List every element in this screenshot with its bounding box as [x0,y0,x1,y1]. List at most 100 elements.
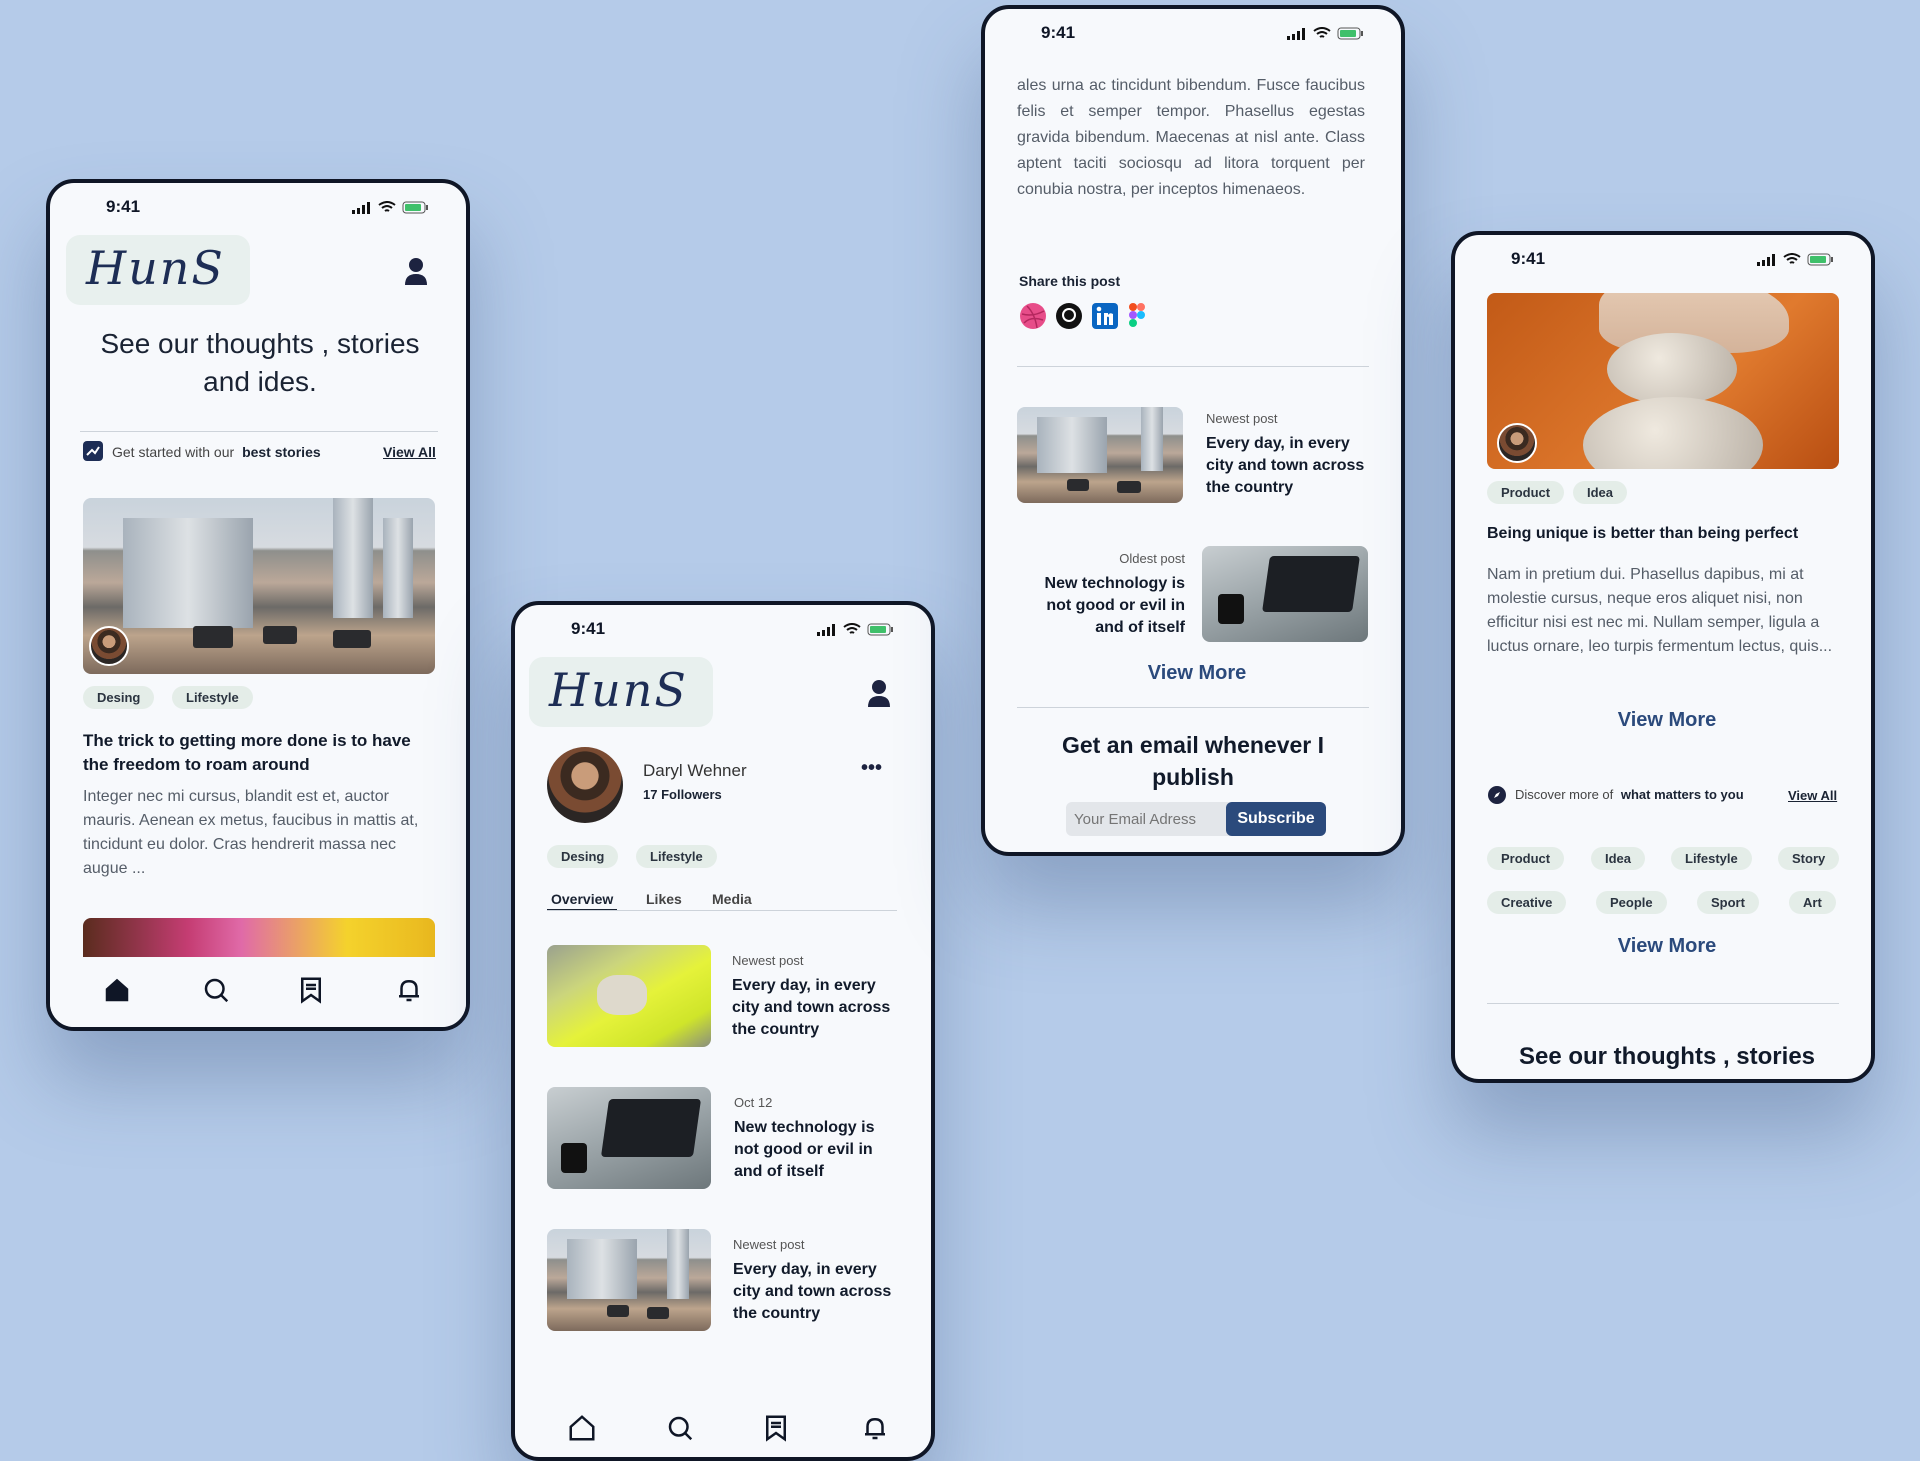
wifi-icon [1313,27,1331,38]
next-post-image[interactable] [83,918,435,960]
profile-followers[interactable]: 17 Followers [643,787,722,802]
post-title[interactable]: New technology is not good or evil in an… [1017,573,1185,639]
phone-home: 9:41 HunS See our thoughts , stories and… [46,179,470,1031]
divider [80,431,438,432]
tag-lifestyle[interactable]: Lifestyle [172,686,253,709]
post-image[interactable] [547,1229,711,1331]
home-icon[interactable] [102,975,132,1005]
phone-profile: 9:41 HunS Daryl Wehner 17 Followers ••• … [511,601,935,1461]
post-meta: Newest post [1206,411,1278,426]
share-icons [1019,302,1147,330]
view-all-link[interactable]: View All [1788,788,1837,803]
tab-likes[interactable]: Likes [646,891,682,907]
discover-prefix: Discover more of [1515,787,1614,802]
post-meta: Newest post [732,953,804,968]
linkedin-icon[interactable] [1091,302,1119,330]
profile-avatar[interactable] [547,747,623,823]
signal-icon [1287,27,1305,40]
home-icon[interactable] [567,1413,597,1443]
bell-icon[interactable] [860,1413,890,1443]
topic-creative[interactable]: Creative [1487,891,1567,914]
brand-logo[interactable]: HunS [66,235,250,305]
github-icon[interactable] [1055,302,1083,330]
bottom-nav [50,957,466,1027]
post-meta: Oldest post [1119,551,1185,566]
post-image[interactable] [83,498,435,674]
bell-icon[interactable] [394,975,424,1005]
battery-icon [867,623,893,636]
topic-sport[interactable]: Sport [1697,891,1759,914]
tag-desing[interactable]: Desing [83,686,155,709]
email-heading: Get an email whenever I publish [1061,732,1325,790]
topic-lifestyle[interactable]: Lifestyle [1671,847,1752,870]
discover-text: Discover more of what matters to you [1515,787,1744,802]
view-more-link[interactable]: View More [985,662,1401,685]
tag-product[interactable]: Product [1487,481,1565,504]
post-image[interactable] [1487,293,1839,469]
status-bar: 9:41 [515,605,931,645]
post-title[interactable]: Being unique is better than being perfec… [1487,525,1847,543]
topic-product[interactable]: Product [1487,847,1565,870]
share-label: Share this post [1019,273,1121,289]
post-image[interactable] [547,945,711,1047]
profile-icon[interactable] [867,679,891,709]
divider [1017,707,1369,708]
phone-article: 9:41 ales urna ac tincidunt bibendum. Fu… [981,5,1405,856]
topic-art[interactable]: Art [1789,891,1836,914]
post-title[interactable]: Every day, in every city and town across… [732,975,892,1041]
brand-logo[interactable]: HunS [529,657,713,727]
divider [1017,366,1369,367]
profile-name[interactable]: Daryl Wehner [643,761,747,781]
bottom-nav [515,1395,931,1457]
status-bar: 9:41 [1455,235,1871,275]
status-time: 9:41 [571,619,606,638]
bookmark-icon[interactable] [761,1413,791,1443]
post-excerpt: Integer nec mi cursus, blandit est et, a… [83,788,419,877]
topic-idea[interactable]: Idea [1591,847,1646,870]
status-time: 9:41 [1041,23,1076,42]
status-icons [1757,253,1835,266]
status-icons [817,623,895,636]
author-avatar[interactable] [1497,423,1537,463]
tag-idea[interactable]: Idea [1573,481,1628,504]
view-more-link[interactable]: View More [1455,709,1871,732]
email-input[interactable] [1066,802,1236,836]
post-title[interactable]: Every day, in every city and town across… [1206,433,1366,499]
profile-icon[interactable] [404,257,428,287]
tab-media[interactable]: Media [712,891,752,907]
status-icons [352,201,430,214]
tag-desing[interactable]: Desing [547,845,619,868]
battery-icon [402,201,428,214]
divider [1487,1003,1839,1004]
started-bold: best stories [242,444,321,460]
post-image[interactable] [1017,407,1183,503]
view-all-link[interactable]: View All [383,444,436,460]
topic-people[interactable]: People [1596,891,1667,914]
phone-discover: 9:41 Product Idea Being unique is better… [1451,231,1875,1083]
status-icons [1287,27,1365,40]
more-options-icon[interactable]: ••• [861,757,882,780]
post-title[interactable]: The trick to getting more done is to hav… [83,729,439,777]
tabs-divider [547,910,897,911]
search-icon[interactable] [201,975,231,1005]
tag-lifestyle[interactable]: Lifestyle [636,845,717,868]
post-image[interactable] [1202,546,1368,642]
post-title[interactable]: New technology is not good or evil in an… [734,1117,894,1183]
wifi-icon [378,201,396,212]
figma-icon[interactable] [1127,302,1147,330]
dribbble-icon[interactable] [1019,302,1047,330]
post-title[interactable]: Every day, in every city and town across… [733,1259,893,1325]
view-more-link[interactable]: View More [1455,935,1871,958]
post-image[interactable] [547,1087,711,1189]
search-icon[interactable] [665,1413,695,1443]
status-time: 9:41 [1511,249,1546,268]
logo-text: HunS [549,663,688,717]
post-meta: Oct 12 [734,1095,773,1110]
bookmark-icon[interactable] [296,975,326,1005]
subscribe-button[interactable]: Subscribe [1226,802,1326,836]
tab-overview[interactable]: Overview [551,891,613,907]
author-avatar[interactable] [89,626,129,666]
topic-story[interactable]: Story [1778,847,1840,870]
discover-bold: what matters to you [1620,787,1744,802]
started-prefix: Get started with our [112,444,235,460]
